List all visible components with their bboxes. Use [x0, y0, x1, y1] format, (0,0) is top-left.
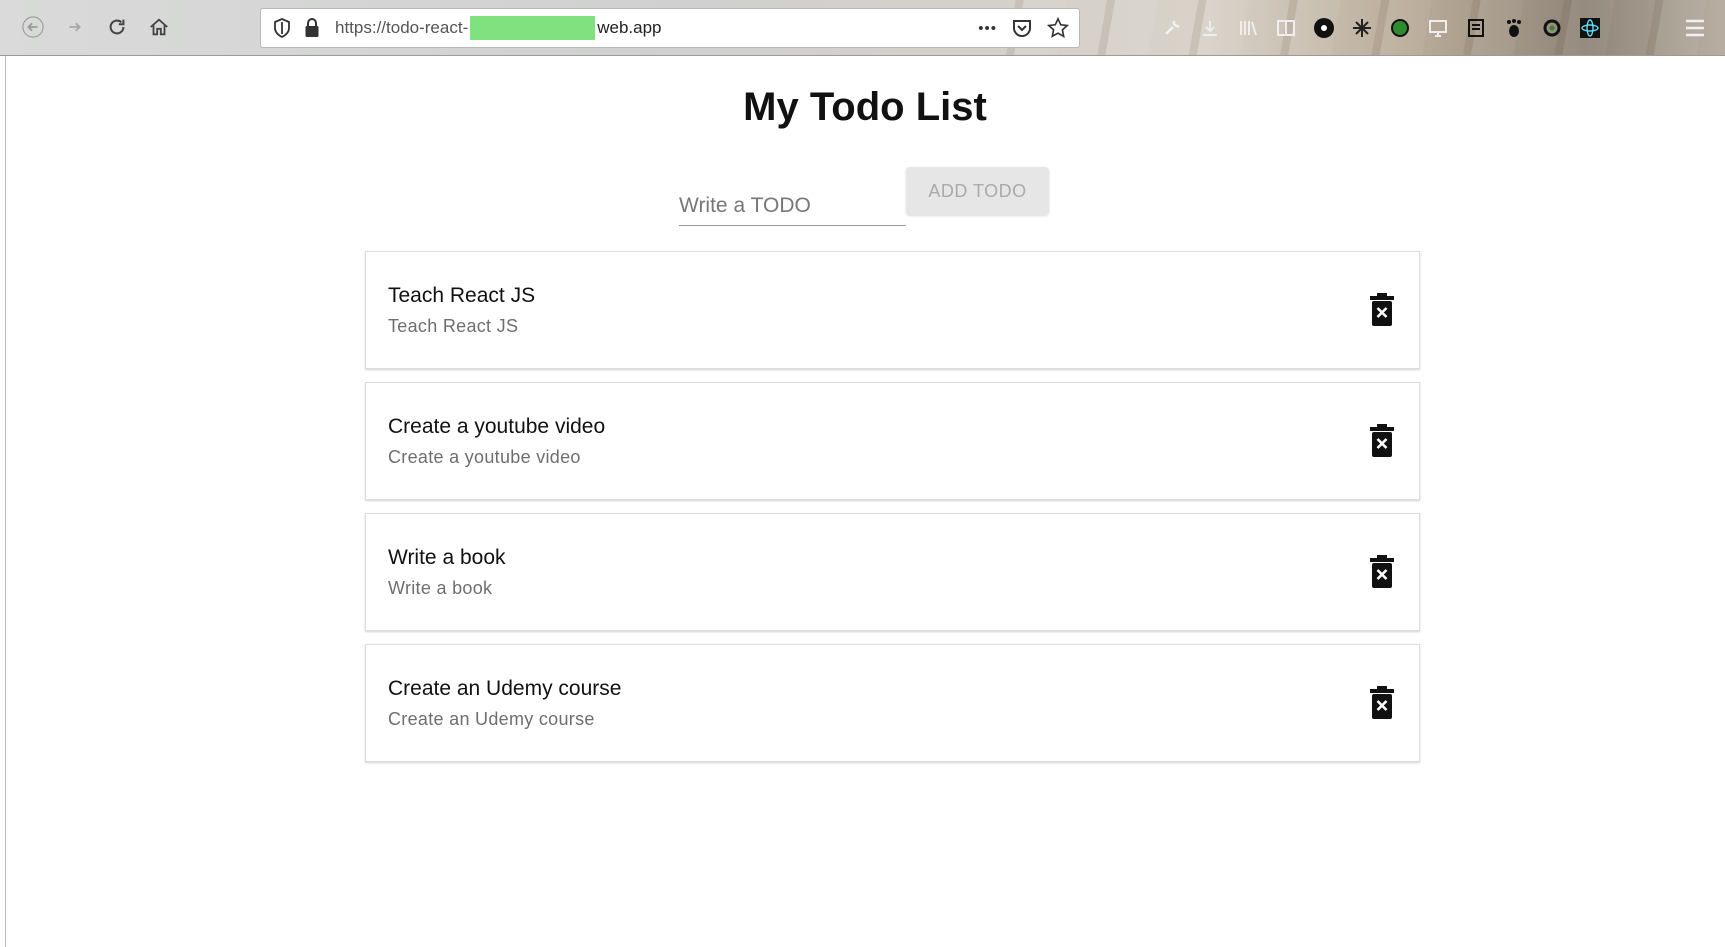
todo-input[interactable]: [679, 186, 906, 226]
reload-button[interactable]: [100, 10, 134, 44]
todo-item: Create an Udemy course Create an Udemy c…: [365, 644, 1420, 762]
lock-icon[interactable]: [299, 15, 325, 41]
extension-circle-icon[interactable]: [1312, 16, 1336, 40]
page-actions-button[interactable]: •••: [978, 20, 997, 37]
delete-todo-button[interactable]: [1367, 292, 1397, 328]
url-suffix: web.app: [597, 18, 662, 37]
page-content: My Todo List ADD TODO Teach React JS Tea…: [5, 56, 1724, 947]
delete-forever-icon: [1370, 555, 1394, 588]
monitor-icon[interactable]: [1426, 16, 1450, 40]
delete-todo-button[interactable]: [1367, 685, 1397, 721]
reader-view-icon[interactable]: [1274, 16, 1298, 40]
delete-forever-icon: [1370, 424, 1394, 457]
page-title: My Todo List: [743, 85, 987, 129]
todo-item: Create a youtube video Create a youtube …: [365, 382, 1420, 500]
extension-green-icon[interactable]: [1388, 16, 1412, 40]
browser-toolbar: https://todo-react- web.app •••: [0, 0, 1725, 56]
todo-item: Write a book Write a book: [365, 513, 1420, 631]
todo-primary-text: Create an Udemy course: [388, 677, 622, 700]
pocket-icon[interactable]: [1011, 17, 1033, 39]
todo-primary-text: Write a book: [388, 546, 506, 569]
forward-button[interactable]: [58, 10, 92, 44]
extensions-toolbar: [1160, 12, 1602, 44]
back-arrow-icon: [22, 16, 44, 38]
todo-secondary-text: Teach React JS: [388, 316, 519, 336]
home-icon: [150, 18, 168, 36]
notes-icon[interactable]: [1464, 16, 1488, 40]
add-todo-button[interactable]: ADD TODO: [906, 167, 1049, 215]
back-button[interactable]: [16, 10, 50, 44]
url-text[interactable]: https://todo-react- web.app: [335, 16, 662, 40]
home-button[interactable]: [142, 10, 176, 44]
todo-item: Teach React JS Teach React JS: [365, 251, 1420, 369]
address-bar[interactable]: https://todo-react- web.app •••: [260, 8, 1080, 48]
forward-arrow-icon: [69, 22, 81, 32]
footprint-icon[interactable]: [1502, 16, 1526, 40]
url-prefix: https://todo-react-: [335, 18, 469, 37]
delete-forever-icon: [1370, 293, 1394, 326]
star-icon[interactable]: [1047, 17, 1069, 39]
hamburger-menu-icon: [1686, 19, 1704, 37]
hamburger-menu-button[interactable]: [1679, 12, 1711, 44]
todo-list: Teach React JS Teach React JS Create a y…: [365, 251, 1420, 775]
url-redaction: [470, 16, 596, 40]
todo-primary-text: Teach React JS: [388, 284, 536, 307]
delete-todo-button[interactable]: [1367, 554, 1397, 590]
react-devtools-icon[interactable]: [1578, 16, 1602, 40]
shield-icon[interactable]: [269, 15, 295, 41]
extension-gear-icon[interactable]: [1540, 16, 1564, 40]
todo-secondary-text: Write a book: [388, 578, 493, 598]
todo-primary-text: Create a youtube video: [388, 415, 606, 438]
todo-secondary-text: Create an Udemy course: [388, 709, 595, 729]
library-icon[interactable]: [1236, 16, 1260, 40]
download-icon[interactable]: [1198, 16, 1222, 40]
delete-todo-button[interactable]: [1367, 423, 1397, 459]
todo-secondary-text: Create a youtube video: [388, 447, 581, 467]
delete-forever-icon: [1370, 686, 1394, 719]
reload-icon: [109, 19, 125, 35]
wrench-icon[interactable]: [1160, 16, 1184, 40]
snowflake-icon[interactable]: [1350, 16, 1374, 40]
